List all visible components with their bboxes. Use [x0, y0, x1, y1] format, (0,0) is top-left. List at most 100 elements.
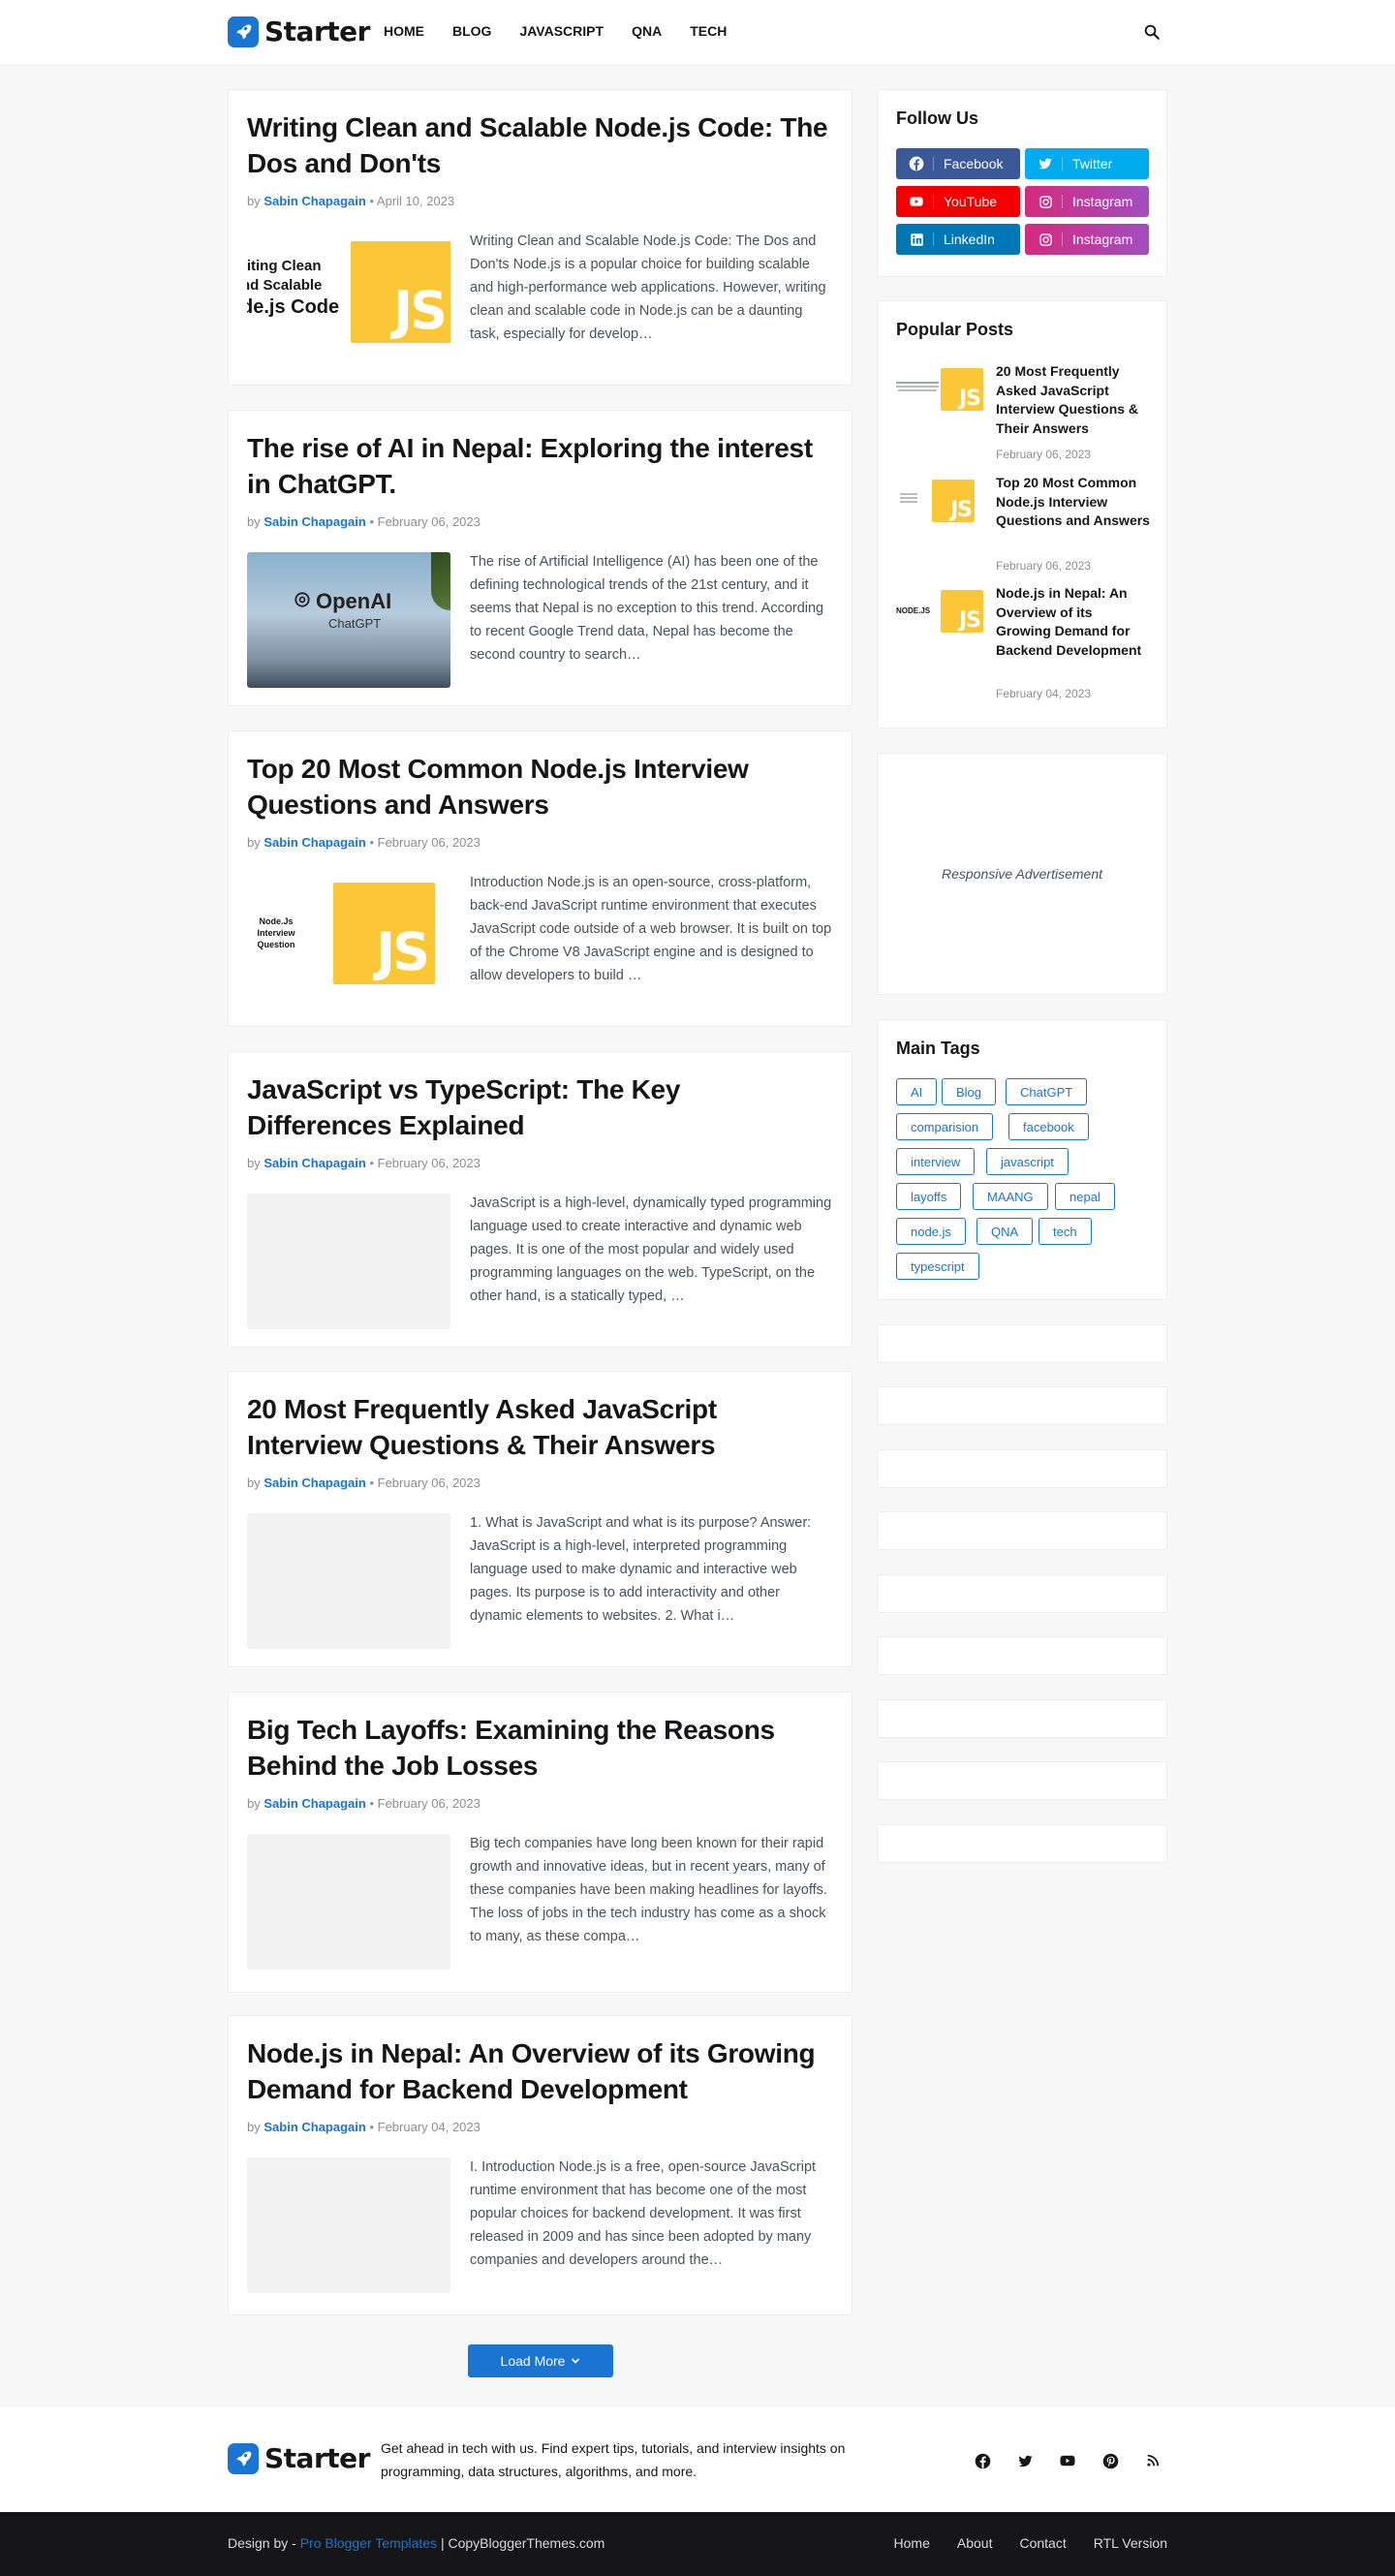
popular-post-date: February 06, 2023 [996, 559, 1092, 573]
post-title[interactable]: Writing Clean and Scalable Node.js Code:… [247, 109, 828, 181]
post-author[interactable]: Sabin Chapagain [264, 1156, 365, 1170]
post-author[interactable]: Sabin Chapagain [264, 1475, 365, 1490]
site-logo[interactable]: Starter [228, 16, 370, 47]
post-thumbnail[interactable] [247, 1834, 450, 1970]
post-snippet: JavaScript is a high-level, dynamically … [470, 1195, 832, 1304]
post-thumbnail[interactable]: Node.Js Interview Question JS [247, 873, 450, 1009]
footer-description: Get ahead in tech with us. Find expert t… [381, 2440, 846, 2479]
tag-ai[interactable]: AI [896, 1078, 938, 1105]
post-thumbnail[interactable] [247, 2157, 450, 2293]
post-card: 20 Most Frequently Asked JavaScript Inte… [228, 1371, 852, 1667]
logo-text: Starter [264, 2442, 370, 2474]
twitter-icon[interactable] [1008, 2443, 1042, 2478]
footer-credit: Design by - Pro Blogger Templates | Copy… [228, 2535, 605, 2551]
post-author[interactable]: Sabin Chapagain [264, 1796, 365, 1811]
post-thumbnail[interactable]: riting Clean nd Scalable de.js Code JS [247, 232, 450, 367]
tag-facebook[interactable]: facebook [1008, 1113, 1089, 1140]
post-snippet: Introduction Node.js is an open-source, … [470, 875, 832, 983]
tag-maang[interactable]: MAANG [973, 1183, 1048, 1210]
nav-home[interactable]: HOME [384, 23, 424, 39]
post-snippet: Writing Clean and Scalable Node.js Code:… [470, 233, 826, 342]
post-thumbnail[interactable]: OpenAI ChatGPT [247, 552, 450, 688]
post-snippet: 1. What is JavaScript and what is its pu… [470, 1515, 812, 1624]
popular-post-date: February 06, 2023 [996, 448, 1092, 461]
post-author[interactable]: Sabin Chapagain [264, 2120, 365, 2134]
post-card: Big Tech Layoffs: Examining the Reasons … [228, 1691, 852, 1993]
tag-typescript[interactable]: typescript [896, 1253, 979, 1280]
loading-placeholder [877, 1636, 1167, 1675]
nav-qna[interactable]: QNA [632, 23, 662, 39]
tag-interview[interactable]: interview [896, 1148, 976, 1175]
footer-link-about[interactable]: About [957, 2535, 993, 2551]
linkedin-button[interactable]: LinkedIn [896, 224, 1020, 255]
instagram-button[interactable]: Instagram [1025, 224, 1149, 255]
nav-javascript[interactable]: JAVASCRIPT [519, 23, 604, 39]
rocket-icon [228, 16, 259, 47]
popular-post-item: NODE.JS JS Node.js in Nepal: An Overview… [896, 585, 1150, 704]
post-title[interactable]: Top 20 Most Common Node.js Interview Que… [247, 751, 828, 822]
tag-nodejs[interactable]: node.js [896, 1218, 966, 1245]
footer-link-home[interactable]: Home [894, 2535, 930, 2551]
popular-post-thumbnail[interactable]: NODE.JS JS [896, 588, 985, 636]
popular-post-title[interactable]: Top 20 Most Common Node.js Interview Que… [996, 474, 1151, 531]
post-author[interactable]: Sabin Chapagain [264, 835, 365, 850]
twitter-button[interactable]: Twitter [1025, 148, 1149, 179]
post-title[interactable]: 20 Most Frequently Asked JavaScript Inte… [247, 1391, 828, 1463]
widget-title: Follow Us [896, 109, 978, 128]
post-card: JavaScript vs TypeScript: The Key Differ… [228, 1051, 852, 1348]
popular-post-title[interactable]: 20 Most Frequently Asked JavaScript Inte… [996, 362, 1151, 438]
post-snippet: I. Introduction Node.js is a free, open-… [470, 2159, 817, 2268]
load-more-button[interactable]: Load More [468, 2344, 613, 2377]
credit-link[interactable]: Pro Blogger Templates [300, 2535, 437, 2551]
footer-link-contact[interactable]: Contact [1019, 2535, 1066, 2551]
loading-placeholder [877, 1449, 1167, 1488]
instagram-button[interactable]: Instagram [1025, 186, 1149, 217]
nav-blog[interactable]: BLOG [452, 23, 491, 39]
popular-post-title[interactable]: Node.js in Nepal: An Overview of its Gro… [996, 584, 1151, 660]
ad-placeholder-text: Responsive Advertisement [941, 866, 1102, 882]
pinterest-icon[interactable] [1093, 2443, 1128, 2478]
youtube-button[interactable]: YouTube [896, 186, 1020, 217]
tag-blog[interactable]: Blog [942, 1078, 997, 1105]
rocket-icon [228, 2442, 259, 2474]
facebook-icon[interactable] [965, 2443, 1000, 2478]
post-author[interactable]: Sabin Chapagain [264, 194, 365, 208]
tag-tech[interactable]: tech [1038, 1218, 1092, 1245]
tag-layoffs[interactable]: layoffs [896, 1183, 962, 1210]
facebook-icon [906, 156, 927, 171]
post-title[interactable]: Node.js in Nepal: An Overview of its Gro… [247, 2035, 828, 2107]
rss-icon[interactable] [1135, 2443, 1170, 2478]
post-thumbnail[interactable] [247, 1513, 450, 1649]
tag-comparision[interactable]: comparision [896, 1113, 994, 1140]
post-title[interactable]: JavaScript vs TypeScript: The Key Differ… [247, 1071, 828, 1143]
popular-post-item: JS Top 20 Most Common Node.js Interview … [896, 475, 1150, 574]
footer-link-rtl[interactable]: RTL Version [1094, 2535, 1167, 2551]
instagram-icon [1035, 195, 1056, 209]
tag-nepal[interactable]: nepal [1055, 1183, 1115, 1210]
post-date: February 06, 2023 [377, 1796, 480, 1811]
tag-qna[interactable]: QNA [976, 1218, 1034, 1245]
post-card: Top 20 Most Common Node.js Interview Que… [228, 730, 852, 1027]
instagram-icon [1035, 233, 1056, 247]
post-date: February 06, 2023 [377, 1475, 480, 1490]
main-tags-widget: Main Tags AI Blog ChatGPT comparision fa… [877, 1019, 1167, 1300]
search-icon[interactable] [1135, 16, 1168, 48]
post-thumbnail[interactable] [247, 1194, 450, 1329]
facebook-button[interactable]: Facebook [896, 148, 1020, 179]
popular-post-thumbnail[interactable]: JS [896, 366, 985, 415]
post-snippet: The rise of Artificial Intelligence (AI)… [470, 554, 824, 663]
popular-post-thumbnail[interactable]: JS [896, 478, 985, 526]
post-title[interactable]: Big Tech Layoffs: Examining the Reasons … [247, 1712, 828, 1784]
nav-tech[interactable]: TECH [690, 23, 727, 39]
footer-nav: Home About Contact RTL Version [894, 2535, 1167, 2551]
youtube-icon[interactable] [1050, 2443, 1085, 2478]
post-card: Writing Clean and Scalable Node.js Code:… [228, 89, 852, 386]
post-author[interactable]: Sabin Chapagain [264, 514, 365, 529]
post-title[interactable]: The rise of AI in Nepal: Exploring the i… [247, 430, 828, 502]
tag-chatgpt[interactable]: ChatGPT [1006, 1078, 1088, 1105]
tag-javascript[interactable]: javascript [986, 1148, 1069, 1175]
footer-logo[interactable]: Starter [228, 2442, 370, 2474]
openai-logo-icon [293, 590, 312, 614]
follow-us-widget: Follow Us Facebook Twitter YouTube Insta… [877, 89, 1167, 277]
post-meta: by Sabin Chapagain • February 06, 2023 [247, 1475, 480, 1490]
